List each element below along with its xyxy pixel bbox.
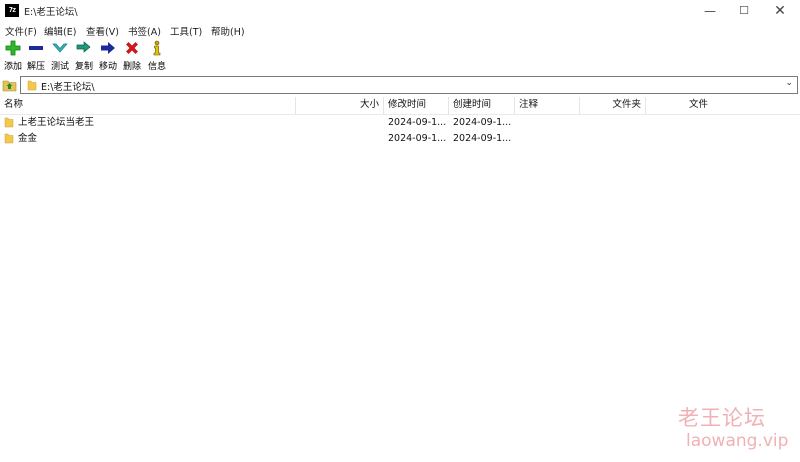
row-modified: 2024-09-1...: [388, 133, 447, 144]
column-header-size[interactable]: 大小: [296, 97, 384, 114]
column-header-created[interactable]: 创建时间: [449, 97, 515, 114]
info-button[interactable]: 信息: [145, 40, 169, 72]
address-path: E:\老王论坛\: [41, 82, 95, 93]
column-header-comment[interactable]: 注释: [515, 97, 580, 114]
folder-icon: [27, 80, 37, 91]
column-header-folders[interactable]: 文件夹: [580, 97, 646, 114]
folder-icon: [4, 133, 14, 144]
info-icon: [153, 40, 161, 56]
row-modified: 2024-09-1...: [388, 117, 447, 128]
app-7zip-icon: 7z: [5, 4, 19, 17]
row-name: 金金: [18, 133, 38, 144]
x-icon: [126, 42, 138, 54]
menu-tools[interactable]: 工具(T): [170, 24, 202, 38]
window-title: E:\老王论坛\: [24, 7, 78, 18]
row-created: 2024-09-1...: [453, 133, 512, 144]
table-row[interactable]: 上老王论坛当老王 2024-09-1... 2024-09-1...: [0, 115, 800, 131]
arrow-right-icon: [101, 42, 115, 54]
table-row[interactable]: 金金 2024-09-1... 2024-09-1...: [0, 131, 800, 147]
list-header: 名称 大小 修改时间 创建时间 注释 文件夹 文件: [0, 97, 800, 115]
info-label: 信息: [147, 62, 166, 72]
address-input[interactable]: E:\老王论坛\ ⌄: [20, 76, 798, 94]
check-icon: [52, 43, 68, 53]
watermark-url: laowang.vip: [686, 431, 789, 451]
menu-bar: 文件(F) 编辑(E) 查看(V) 书签(A) 工具(T) 帮助(H): [0, 22, 800, 38]
double-arrow-icon: [76, 41, 91, 53]
up-folder-icon[interactable]: [2, 78, 17, 93]
row-created: 2024-09-1...: [453, 117, 512, 128]
column-header-name[interactable]: 名称: [0, 97, 296, 114]
menu-view[interactable]: 查看(V): [86, 24, 119, 38]
maximize-button[interactable]: ☐: [726, 0, 762, 22]
minus-icon: [29, 46, 43, 50]
menu-bookmarks[interactable]: 书签(A): [128, 24, 161, 38]
close-button[interactable]: ✕: [762, 0, 798, 22]
plus-icon: [5, 40, 21, 56]
chevron-down-icon[interactable]: ⌄: [785, 78, 793, 88]
column-header-files[interactable]: 文件: [646, 97, 712, 114]
folder-icon: [4, 117, 14, 128]
menu-help[interactable]: 帮助(H): [211, 24, 245, 38]
row-name: 上老王论坛当老王: [18, 117, 95, 128]
address-bar: E:\老王论坛\ ⌄: [0, 75, 800, 96]
minimize-button[interactable]: —: [692, 0, 728, 22]
menu-edit[interactable]: 编辑(E): [44, 24, 76, 38]
watermark-text: 老王论坛: [678, 406, 766, 430]
toolbar: 添加 解压 测试 复制 移动 删除 信息: [0, 38, 800, 73]
title-bar: 7z E:\老王论坛\ — ☐ ✕: [0, 0, 800, 22]
column-header-modified[interactable]: 修改时间: [384, 97, 449, 114]
menu-file[interactable]: 文件(F): [5, 24, 37, 38]
